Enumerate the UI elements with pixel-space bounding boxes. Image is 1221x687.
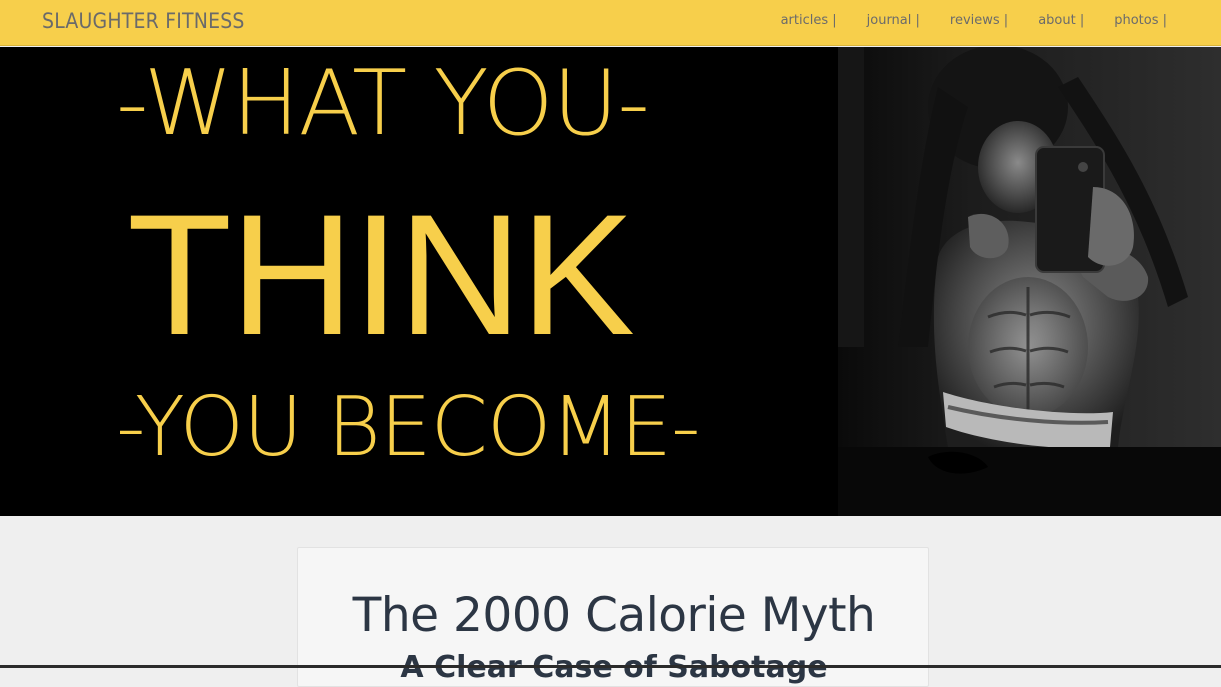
fitness-selfie-photo — [838, 47, 1221, 516]
nav-item-articles[interactable]: articles | — [781, 13, 837, 28]
hero-quote-line-1: -WHAT YOU- — [116, 51, 650, 156]
article-title[interactable]: The 2000 Calorie Myth — [298, 588, 930, 643]
top-navbar: SLAUGHTER FITNESS articles | journal | r… — [0, 0, 1221, 46]
hero-quote-line-3: -YOU BECOME- — [116, 380, 701, 475]
hero-quote: -WHAT YOU- THINK -YOU BECOME- — [0, 47, 800, 516]
nav-item-about[interactable]: about | — [1038, 13, 1084, 28]
hero-banner: -WHAT YOU- THINK -YOU BECOME- — [0, 47, 1221, 516]
brand-logo-link[interactable]: SLAUGHTER FITNESS — [42, 9, 245, 33]
nav-item-photos[interactable]: photos | — [1114, 13, 1167, 28]
nav-item-journal[interactable]: journal | — [867, 13, 920, 28]
hero-quote-line-2: THINK — [127, 179, 635, 371]
nav-item-reviews[interactable]: reviews | — [950, 13, 1008, 28]
main-nav: articles | journal | reviews | about | p… — [781, 13, 1167, 28]
